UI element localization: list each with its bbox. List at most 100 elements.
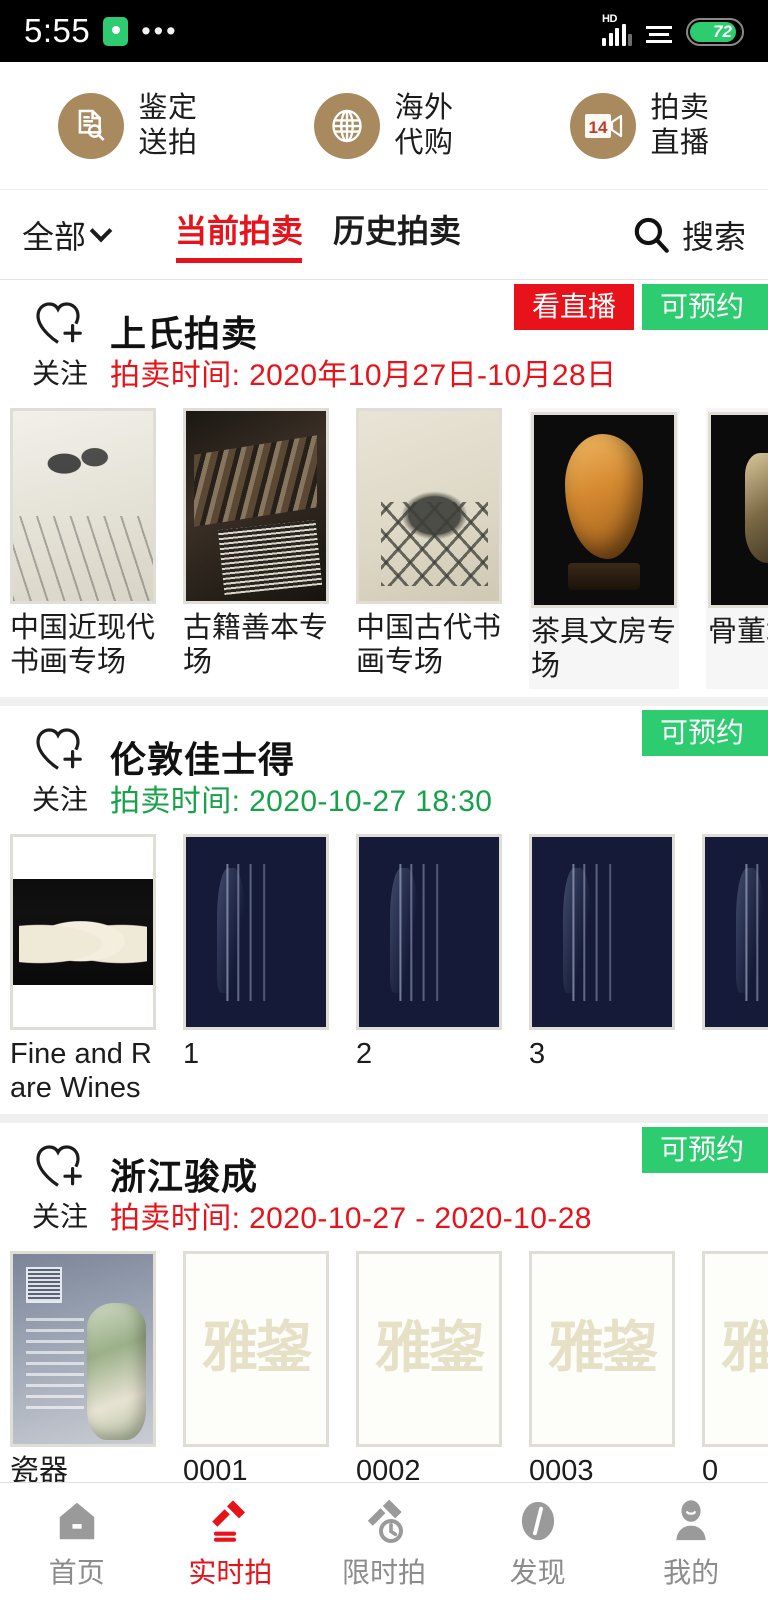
compass-icon [515, 1492, 561, 1544]
auction-item-card[interactable]: Fine and Rare Wines [10, 834, 156, 1105]
item-caption: Fine and Rare Wines [10, 1038, 152, 1104]
live-count-badge: 14 [589, 118, 608, 137]
bottom-navigation-bar: 首页 实时拍 限时拍 发现 我的 [0, 1482, 768, 1600]
person-icon [668, 1492, 714, 1544]
search-icon [634, 217, 669, 253]
nav-item-timed-auction[interactable]: 限时拍 [307, 1492, 461, 1591]
auction-item-card[interactable]: 中国近现代书画专场 [10, 408, 156, 689]
status-bar-left: 5:55 ••• [24, 12, 179, 50]
heart-plus-icon [36, 1144, 83, 1187]
nav-label: 发现 [509, 1557, 566, 1588]
quick-action-label: 海外 代购 [394, 91, 453, 159]
quick-action-line2: 直播 [650, 126, 710, 159]
nav-label: 实时拍 [188, 1557, 273, 1588]
auction-item-card[interactable]: 雅鋆 0002 [356, 1250, 502, 1489]
quick-action-overseas[interactable]: 海外 代购 [256, 91, 512, 159]
heart-plus-icon [36, 728, 83, 771]
auction-time-label: 拍卖时间: [110, 1201, 241, 1235]
item-caption: 3 [529, 1038, 546, 1071]
auction-item-card[interactable] [702, 834, 768, 1105]
nav-item-live-auction[interactable]: 实时拍 [154, 1492, 308, 1591]
follow-label: 关注 [31, 358, 88, 389]
crab-painting-image [359, 411, 499, 601]
wine-bottle-image [359, 837, 499, 1028]
quick-action-live[interactable]: 14 拍卖 直播 [512, 91, 768, 159]
auction-item-card[interactable]: 2 [356, 834, 502, 1105]
auction-time-label: 拍卖时间: [110, 359, 241, 392]
item-thumbnail [708, 412, 768, 608]
item-thumbnail: 雅鋆 [529, 1250, 675, 1447]
auction-item-strip[interactable]: Fine and Rare Wines 1 2 3 [0, 824, 768, 1111]
follow-button[interactable]: 关注 [18, 722, 102, 818]
item-caption: 中国古代书画专场 [356, 612, 502, 678]
placeholder-image: 雅鋆 [705, 1253, 768, 1444]
auction-item-card[interactable]: 雅鋆 0003 [529, 1250, 675, 1489]
search-button[interactable]: 搜索 [630, 212, 746, 258]
watermark-text: 雅鋆 [202, 1314, 312, 1381]
location-pin-icon [103, 16, 129, 46]
badge-group: 可预约 [641, 1126, 768, 1173]
status-bar: 5:55 ••• HD 72 [0, 0, 768, 62]
nav-item-discover[interactable]: 发现 [461, 1492, 615, 1591]
auction-item-card[interactable]: 3 [529, 834, 675, 1105]
auction-item-card[interactable]: 茶具文房专场 [529, 408, 679, 690]
stone-carving-image [534, 415, 674, 605]
auction-item-strip[interactable]: 中国近现代书画专场 古籍善本专场 中国古代书画专场 茶具文房专场 骨董场 [0, 398, 768, 695]
auction-time-value: 2020-10-27 18:30 [249, 785, 493, 819]
nav-label: 限时拍 [341, 1557, 426, 1588]
quick-action-line1: 鉴定 [138, 92, 198, 125]
reservable-badge[interactable]: 可预约 [641, 1126, 768, 1173]
watch-live-badge[interactable]: 看直播 [513, 284, 634, 330]
nav-item-home[interactable]: 首页 [0, 1492, 154, 1591]
reservable-badge[interactable]: 可预约 [641, 710, 768, 757]
wine-bottles-photo [13, 837, 153, 1028]
item-thumbnail [183, 834, 329, 1031]
follow-label: 关注 [31, 784, 88, 816]
quick-actions-bar: 鉴定 送拍 海外 代购 14 拍卖 直播 [0, 62, 768, 190]
battery-icon: 72 [686, 18, 744, 46]
watermark-text: 雅鋆 [548, 1314, 658, 1381]
more-dots-icon: ••• [141, 16, 179, 46]
search-label: 搜索 [681, 218, 746, 255]
quick-action-line1: 拍卖 [650, 92, 710, 125]
quick-action-appraisal[interactable]: 鉴定 送拍 [0, 91, 256, 159]
reservable-badge[interactable]: 可预约 [641, 284, 768, 330]
tab-history-auction[interactable]: 历史拍卖 [333, 206, 461, 263]
auction-item-card[interactable]: 1 [183, 834, 329, 1105]
app-screen: 5:55 ••• HD 72 鉴定 送拍 海外 代购 14 拍卖 直播 全部 当… [0, 0, 768, 1600]
item-thumbnail [183, 408, 329, 604]
auction-item-card[interactable]: 中国古代书画专场 [356, 408, 502, 689]
poster-text-block [25, 1310, 85, 1410]
auction-house-name: 浙江骏成 [110, 1155, 259, 1197]
rare-books-image [186, 411, 326, 601]
item-thumbnail: 雅鋆 [183, 1250, 329, 1447]
auction-header: 看直播 可预约 关注 上氏拍卖 拍卖时间: 2020年10月27日-10月28日 [0, 280, 768, 398]
auction-item-card[interactable]: 雅鋆 0001 [183, 1250, 329, 1489]
category-filter-all[interactable]: 全部 [22, 212, 113, 258]
item-thumbnail [10, 834, 156, 1031]
nav-item-profile[interactable]: 我的 [614, 1492, 768, 1591]
auction-item-card[interactable]: 古籍善本专场 [183, 408, 329, 689]
auction-item-card[interactable]: 骨董场 [706, 408, 768, 690]
quick-action-line2: 送拍 [138, 126, 198, 159]
tab-current-auction[interactable]: 当前拍卖 [175, 206, 303, 263]
quick-action-line2: 代购 [394, 126, 454, 159]
watermark-text: 雅鋆 [375, 1314, 485, 1381]
placeholder-image: 雅鋆 [359, 1253, 499, 1444]
quick-action-label: 拍卖 直播 [650, 91, 709, 159]
item-thumbnail [356, 834, 502, 1031]
heart-plus-icon [36, 302, 83, 344]
auction-item-card[interactable]: 瓷器 [10, 1250, 156, 1489]
auction-item-strip[interactable]: 瓷器 雅鋆 0001 雅鋆 0002 雅鋆 0003 0 [0, 1241, 768, 1495]
follow-button[interactable]: 关注 [18, 296, 102, 392]
placeholder-image: 雅鋆 [532, 1253, 672, 1444]
network-type-label: HD [602, 13, 617, 25]
follow-button[interactable]: 关注 [18, 1139, 102, 1235]
auction-time-label: 拍卖时间: [110, 785, 241, 819]
auction-item-card[interactable]: 雅鋆 0 [702, 1250, 768, 1489]
auction-section: 可预约 关注 伦敦佳士得 拍卖时间: 2020-10-27 18:30 Fine… [0, 706, 768, 1123]
status-bar-right: HD 72 [602, 13, 744, 46]
auction-header: 可预约 关注 伦敦佳士得 拍卖时间: 2020-10-27 18:30 [0, 706, 768, 824]
item-thumbnail: 雅鋆 [356, 1250, 502, 1447]
quick-action-line1: 海外 [394, 92, 454, 125]
